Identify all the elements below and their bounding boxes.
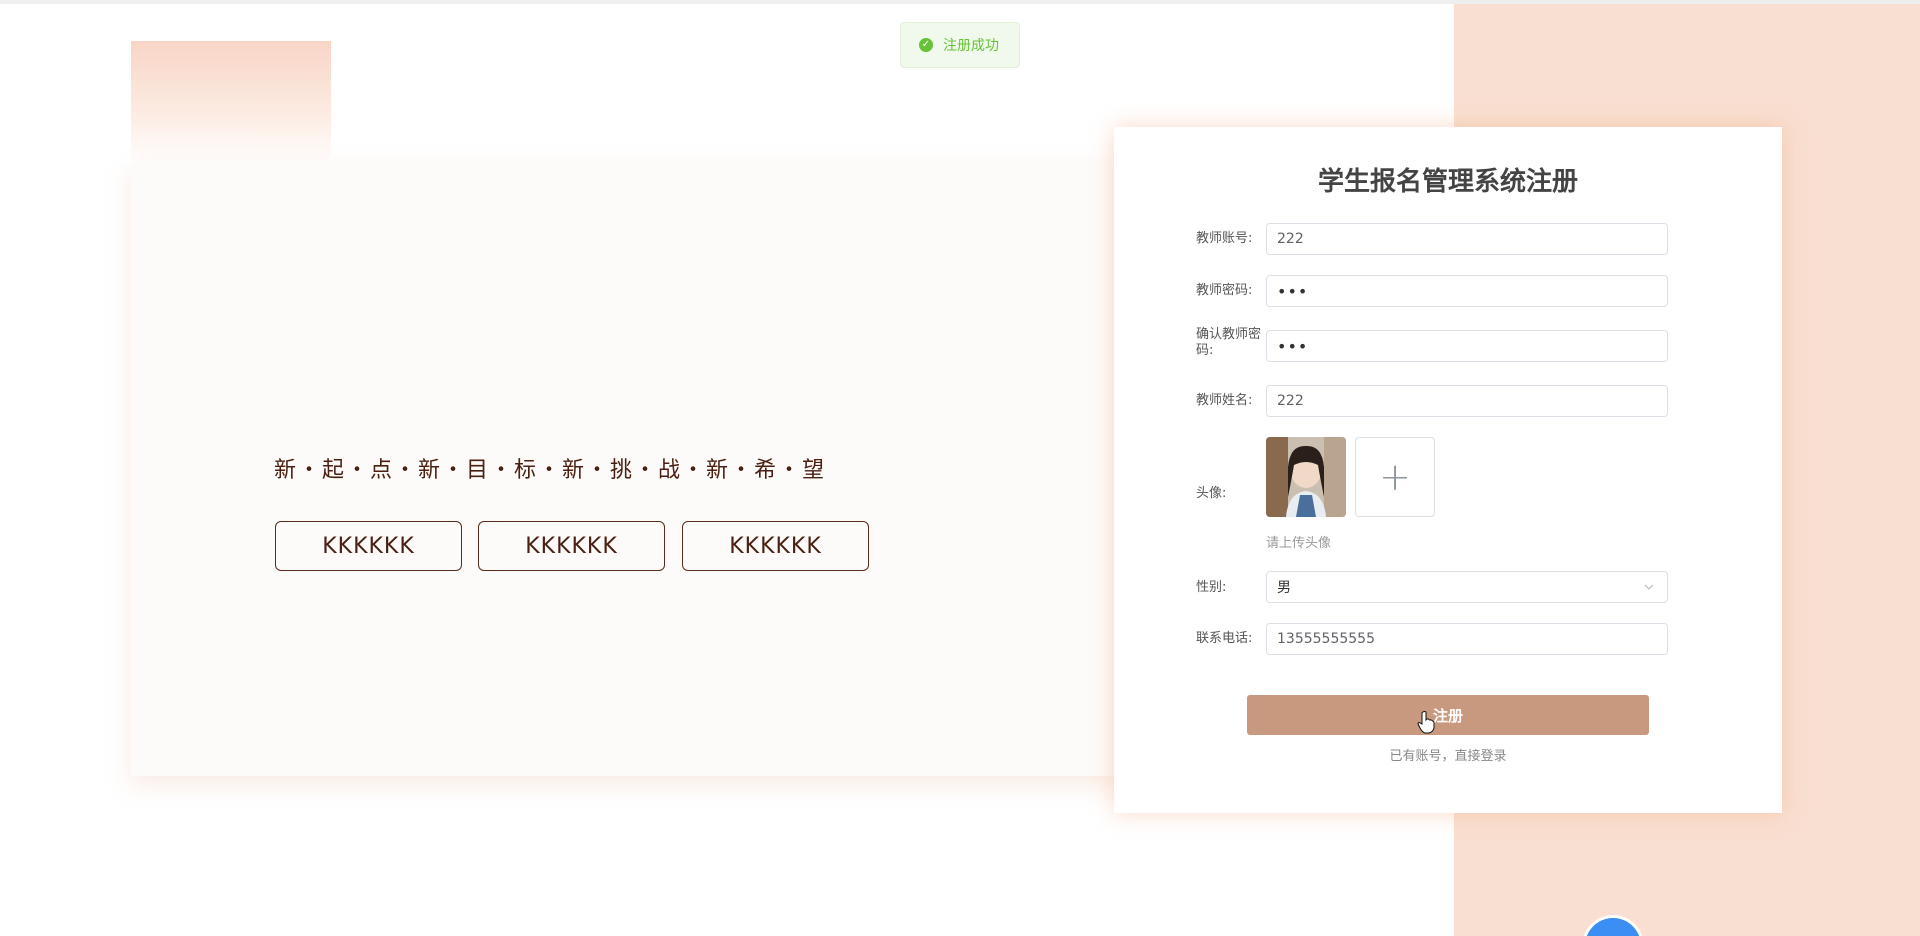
avatar-image[interactable]: [1266, 437, 1346, 517]
plus-icon: +: [1379, 455, 1411, 499]
toast-message: 注册成功: [943, 38, 999, 54]
name-label: 教师姓名:: [1196, 393, 1253, 408]
gender-label: 性别:: [1196, 580, 1227, 595]
gender-value: 男: [1277, 580, 1291, 596]
hero-slogan: 新・起・点・新・目・标・新・挑・战・新・希・望: [274, 458, 827, 483]
phone-input[interactable]: 13555555555: [1266, 623, 1668, 655]
hero-button-2[interactable]: KKKKKK: [478, 521, 665, 571]
hero-button-1[interactable]: KKKKKK: [275, 521, 462, 571]
register-button-label: 注册: [1432, 706, 1463, 725]
phone-label: 联系电话:: [1196, 631, 1253, 646]
register-button[interactable]: 注册: [1247, 695, 1649, 735]
password-input[interactable]: •••: [1266, 275, 1668, 307]
upload-hint: 请上传头像: [1266, 536, 1332, 551]
hand-pointer-icon: [1417, 711, 1435, 734]
account-label: 教师账号:: [1196, 231, 1253, 246]
confirm-password-input[interactable]: •••: [1266, 330, 1668, 362]
register-page: 新・起・点・新・目・标・新・挑・战・新・希・望 KKKKKK KKKKKK KK…: [0, 0, 1920, 936]
password-label: 教师密码:: [1196, 283, 1253, 298]
form-title: 学生报名管理系统注册: [1317, 167, 1578, 197]
confirm-password-label: 确认教师密码:: [1196, 327, 1262, 358]
check-circle-icon: ✓: [919, 38, 933, 52]
chevron-down-icon: [1644, 584, 1654, 590]
account-input[interactable]: 222: [1266, 223, 1668, 255]
success-toast: ✓ 注册成功: [900, 22, 1020, 68]
register-card: 学生报名管理系统注册 教师账号: 222 教师密码: ••• 确认教师密码: •…: [1114, 127, 1782, 813]
avatar-label: 头像:: [1196, 486, 1227, 501]
avatar-upload-button[interactable]: +: [1355, 437, 1435, 517]
login-link-text: 已有账号，直接登录: [1389, 749, 1507, 764]
gender-select[interactable]: 男: [1266, 571, 1668, 603]
login-link[interactable]: 已有账号，直接登录: [1114, 745, 1782, 764]
hero-button-3[interactable]: KKKKKK: [682, 521, 869, 571]
name-input[interactable]: 222: [1266, 385, 1668, 417]
decorative-block: [131, 41, 331, 165]
avatar-photo: [1266, 437, 1346, 517]
